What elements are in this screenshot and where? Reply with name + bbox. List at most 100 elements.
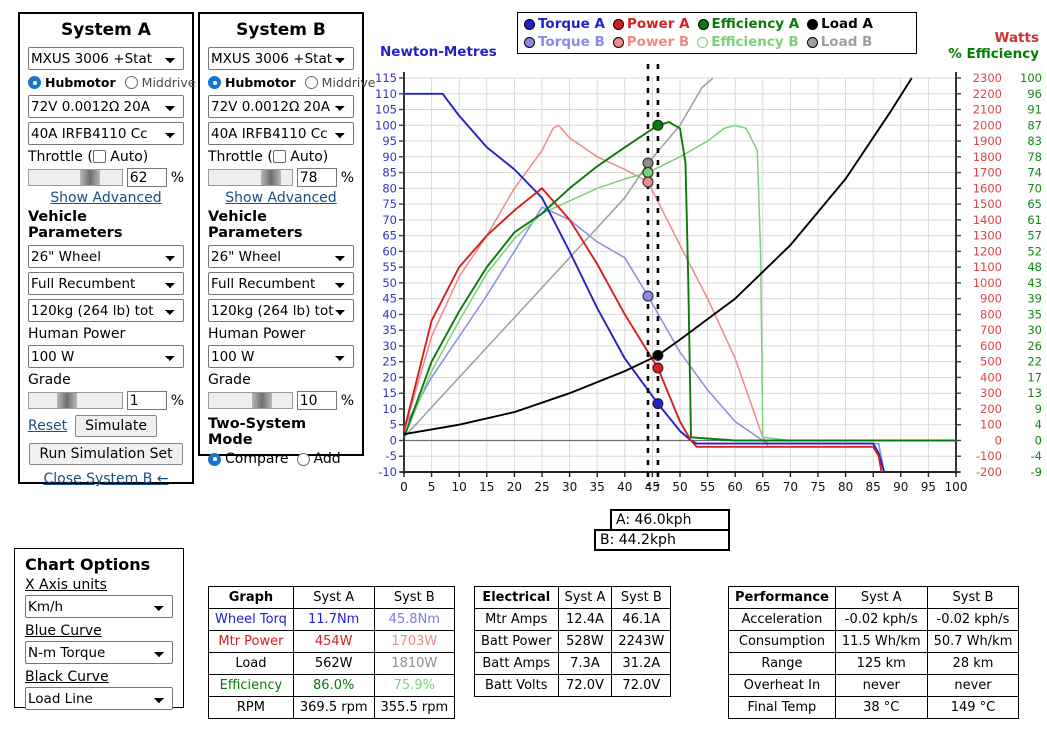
human-power-select-a[interactable]: 100 W	[28, 345, 184, 368]
controller-select-a[interactable]: 40A IRFB4110 Cc	[28, 122, 184, 145]
controller-select-b[interactable]: 40A IRFB4110 Cc	[208, 122, 354, 145]
radio-middrive-b[interactable]: Middrive	[304, 75, 375, 90]
cursor-readout: A: 46.0kph B: 44.2kph	[594, 509, 730, 551]
y-tick-label-left: 80	[382, 181, 397, 195]
radio-add[interactable]: Add	[296, 451, 341, 467]
throttle-input-a[interactable]	[126, 168, 167, 187]
column-header: Performance	[728, 586, 836, 609]
y-tick-label-watts: -200	[976, 465, 1002, 479]
show-advanced-link-a[interactable]: Show Advanced	[28, 190, 184, 206]
radio-dot-add[interactable]	[296, 452, 310, 466]
grade-input-a[interactable]	[126, 391, 167, 410]
throttle-label-text-b: Throttle (	[208, 149, 273, 165]
blue-curve-select[interactable]: N-m Torque	[25, 641, 173, 664]
x-axis-units-select[interactable]: Km/h	[25, 595, 173, 618]
y-tick-label-watts: 900	[980, 292, 1002, 306]
simulate-button-a[interactable]: Simulate	[75, 415, 157, 437]
cell-system-a: 7.3A	[557, 652, 613, 675]
y-tick-label-efficiency: 13	[1027, 386, 1042, 400]
throttle-slider-b[interactable]	[208, 169, 293, 186]
x-tick-label: 75	[810, 480, 825, 494]
radio-hubmotor-a[interactable]: Hubmotor	[28, 75, 116, 90]
electrical-table-wrap: Electrical Syst A Syst B Mtr Amps 12.4A 46.1A…	[474, 586, 672, 697]
throttle-auto-checkbox-b[interactable]	[272, 150, 286, 163]
cell-system-a: 562W	[292, 652, 375, 675]
chart-options-title: Chart Options	[25, 555, 151, 574]
motor-select-b[interactable]: MXUS 3006 +Stat	[208, 47, 354, 70]
row-label: Mtr Power	[208, 630, 294, 653]
throttle-label-b: Throttle ( Auto)	[208, 149, 354, 165]
y-tick-label-watts: 1700	[973, 166, 1002, 180]
y-tick-label-left: 90	[382, 150, 397, 164]
grade-slider-knob-a[interactable]	[56, 393, 77, 408]
y-tick-label-efficiency: 22	[1027, 355, 1042, 369]
y-tick-label-watts: -100	[976, 449, 1002, 463]
y-tick-label-watts: 1400	[973, 213, 1002, 227]
radio-dot-hubmotor-b[interactable]	[208, 76, 221, 89]
cell-system-a: 369.5 rpm	[292, 696, 375, 719]
black-curve-select[interactable]: Load Line	[25, 687, 173, 710]
table-row: Efficiency 86.0% 75.9%	[208, 674, 456, 697]
y-tick-label-left: 65	[382, 229, 397, 243]
grade-slider-b[interactable]	[208, 392, 293, 409]
close-system-b-link[interactable]: Close System B ←	[28, 471, 184, 487]
weight-select-a[interactable]: 120kg (264 lb) tot	[28, 299, 184, 322]
x-tick-label: 0	[400, 480, 408, 494]
cell-system-b: 1703W	[373, 630, 456, 653]
grade-percent-a: %	[170, 392, 184, 409]
grade-label-a: Grade	[28, 372, 71, 388]
radio-label-add: Add	[313, 451, 341, 467]
system-b-title: System B	[236, 20, 326, 40]
battery-select-b[interactable]: 72V 0.0012Ω 20A	[208, 95, 354, 118]
weight-select-b[interactable]: 120kg (264 lb) tot	[208, 299, 354, 322]
y-tick-label-left: 35	[382, 323, 397, 337]
x-tick-label: 55	[700, 480, 715, 494]
wheel-select-a[interactable]: 26" Wheel	[28, 245, 184, 268]
y-tick-label-left: 100	[375, 118, 397, 132]
throttle-input-b[interactable]	[296, 168, 337, 187]
battery-select-a[interactable]: 72V 0.0012Ω 20A	[28, 95, 184, 118]
human-power-select-b[interactable]: 100 W	[208, 345, 354, 368]
radio-dot-middrive-a[interactable]	[124, 76, 138, 89]
radio-dot-hubmotor-a[interactable]	[28, 76, 41, 89]
reset-link-a[interactable]: Reset	[28, 418, 67, 434]
table-row: Load 562W 1810W	[208, 652, 456, 675]
wheel-select-b[interactable]: 26" Wheel	[208, 245, 354, 268]
body-select-b[interactable]: Full Recumbent	[208, 272, 354, 295]
y-tick-label-efficiency: 30	[1027, 323, 1042, 337]
table-row: Mtr Power 454W 1703W	[208, 630, 456, 653]
radio-dot-compare[interactable]	[208, 452, 221, 466]
marker-torque-b	[642, 290, 654, 302]
body-select-a[interactable]: Full Recumbent	[28, 272, 184, 295]
y-tick-label-efficiency: 87	[1027, 118, 1042, 132]
grade-slider-row-b: %	[208, 391, 354, 410]
black-curve-label: Black Curve	[25, 669, 109, 685]
column-header: Syst B	[373, 586, 456, 609]
grade-slider-a[interactable]	[28, 392, 123, 409]
motor-select-a[interactable]: MXUS 3006 +Stat	[28, 47, 184, 70]
two-system-mode-radios: Compare Add	[208, 451, 354, 467]
y-tick-label-efficiency: 4	[1035, 418, 1042, 432]
marker-efficiency-b	[642, 167, 654, 179]
row-label: Overheat In	[728, 674, 836, 697]
y-tick-label-watts: 200	[980, 402, 1002, 416]
grade-input-b[interactable]	[296, 391, 337, 410]
row-label: Efficiency	[208, 674, 294, 697]
table-row: Batt Power 528W 2243W	[474, 630, 672, 653]
x-tick-label: 10	[452, 480, 467, 494]
radio-compare[interactable]: Compare	[208, 451, 289, 467]
radio-middrive-a[interactable]: Middrive	[124, 75, 195, 90]
column-header: Syst A	[292, 586, 375, 609]
radio-hubmotor-b[interactable]: Hubmotor	[208, 75, 296, 90]
show-advanced-link-b[interactable]: Show Advanced	[208, 190, 354, 206]
throttle-slider-knob-a[interactable]	[79, 170, 100, 185]
radio-dot-middrive-b[interactable]	[304, 76, 318, 89]
chart-plot-area[interactable]: -10-505101520253035404550556065707580859…	[371, 6, 1043, 506]
run-simulation-set-button[interactable]: Run Simulation Set	[29, 443, 183, 465]
grade-percent-b: %	[340, 392, 354, 409]
throttle-slider-knob-b[interactable]	[261, 170, 282, 185]
grade-slider-knob-b[interactable]	[251, 393, 272, 408]
throttle-slider-a[interactable]	[28, 169, 123, 186]
throttle-auto-checkbox-a[interactable]	[92, 150, 106, 163]
y-tick-label-watts: 600	[980, 339, 1002, 353]
